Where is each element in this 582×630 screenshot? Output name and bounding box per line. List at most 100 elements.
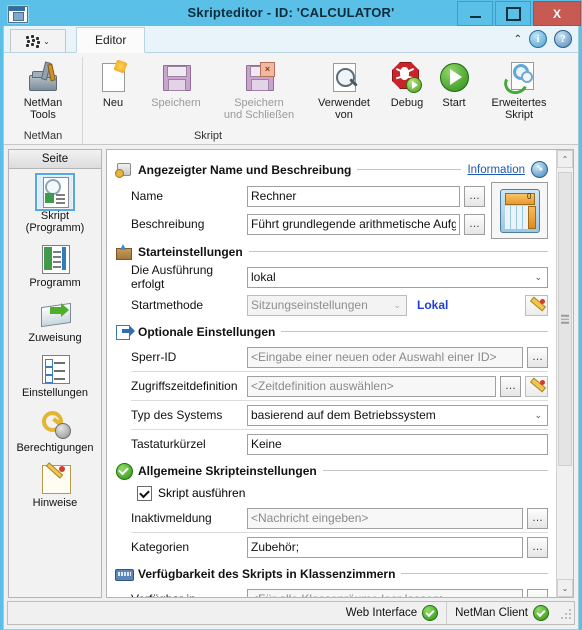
label-name: Name [131,189,164,203]
scrollbar-thumb[interactable] [558,172,572,466]
program-icon [38,243,72,275]
chevron-down-icon: ⌄ [393,299,401,310]
script-icon-preview[interactable] [491,182,548,239]
new-button[interactable]: Neu [87,57,139,112]
script-form: Angezeigter Name und Beschreibung Inform… [107,150,556,597]
kategorien-browse-button[interactable]: … [527,536,548,558]
name-input[interactable]: Rechner [247,185,460,207]
help-icon[interactable]: ? [554,30,572,48]
sidebar-item-zuweisung[interactable]: Zuweisung [9,298,101,344]
advanced-script-button[interactable]: Erweitertes Skript [478,57,560,124]
startmethode-edit-button[interactable] [525,294,548,316]
row-sperr-id: Sperr-ID <Eingabe einer neuen oder Auswa… [115,343,548,371]
sidebar-label-programm: Programm [29,277,81,289]
sidebar-item-einstellungen[interactable]: Einstellungen [9,353,101,399]
maximize-button[interactable] [495,1,531,26]
row-zugriffszeitdefinition: Zugriffszeitdefinition <Zeitdefinition a… [115,372,548,400]
inaktivmeldung-placeholder: <Nachricht eingeben> [251,511,369,525]
start-button[interactable]: Start [431,57,477,112]
skript-ausfuehren-checkbox[interactable] [137,485,152,501]
tab-editor[interactable]: Editor [76,27,146,53]
scroll-up-button[interactable]: ⌃ [557,150,573,168]
netman-tools-label-1: NetMan [23,97,63,109]
netman-tools-icon [26,60,60,94]
collapse-ribbon-icon[interactable]: ⌃ [514,34,522,45]
save-button[interactable]: Speichern [139,57,213,112]
save-and-close-button[interactable]: × Speichern und Schließen [213,57,305,124]
label-ausfuehrung: Die Ausführung erfolgt [131,263,214,291]
options-dots-icon [26,35,41,48]
sidebar: Seite Skript (Programm) Programm Zuweisu… [8,149,102,598]
assignment-icon [38,298,72,330]
close-button[interactable]: X [533,1,581,26]
general-settings-check-icon [115,463,133,480]
content-panel: Angezeigter Name und Beschreibung Inform… [106,149,574,598]
section-title-classroom-availability: Verfügbarkeit des Skripts in Klassenzimm… [138,566,396,581]
ribbon-group-netman: NetMan Tools NetMan [4,57,82,144]
information-link[interactable]: Information [467,164,525,176]
label-verfuegbar-in: Verfügbar in [115,592,247,597]
debug-button[interactable]: Debug [383,57,431,112]
sidebar-label-zuweisung: Zuweisung [28,332,82,344]
scrollbar-track[interactable] [557,168,573,579]
expand-arrow-icon[interactable]: ↘ [531,161,548,178]
row-verfuegbar-in: Verfügbar in <Für alle Klassenräume leer… [115,585,548,597]
scroll-down-button[interactable]: ⌄ [557,579,573,597]
netman-tools-label-2: Tools [30,109,56,121]
optional-settings-icon [115,324,135,340]
name-value: Rechner [251,189,297,203]
ausfuehrung-select[interactable]: lokal ⌄ [247,266,548,288]
tab-bar-right: ⌃ i ? [514,30,572,48]
sperr-id-placeholder: <Eingabe einer neuen oder Auswahl einer … [251,350,497,364]
inaktivmeldung-browse-button[interactable]: … [527,507,548,529]
zugriffszeit-input[interactable]: <Zeitdefinition auswählen> [247,375,496,397]
app-window-icon [6,4,28,24]
info-icon[interactable]: i [529,30,547,48]
sidebar-item-hinweise[interactable]: Hinweise [9,462,101,509]
zugriffszeit-placeholder: <Zeitdefinition auswählen> [251,379,394,393]
script-program-icon [35,173,75,211]
startmethode-select[interactable]: Sitzungseinstellungen ⌄ [247,294,407,316]
save-and-close-label-1: Speichern [234,97,284,109]
zugriffszeit-browse-button[interactable]: … [500,375,521,397]
verfuegbar-in-browse-button[interactable]: … [527,588,548,597]
sperr-id-input[interactable]: <Eingabe einer neuen oder Auswahl einer … [247,346,523,368]
inaktivmeldung-input[interactable]: <Nachricht eingeben> [247,507,523,529]
netman-tools-button[interactable]: NetMan Tools [8,57,78,124]
used-by-button[interactable]: Verwendet von [306,57,382,124]
section-header-optional-settings: Optionale Einstellungen [115,324,548,340]
debug-bug-icon [390,60,424,94]
kategorien-input[interactable]: Zubehör; [247,536,523,558]
row-ausfuehrung: Die Ausführung erfolgt lokal ⌄ [115,263,548,291]
zugriffszeit-edit-button[interactable] [525,375,548,397]
resize-grip-icon[interactable] [559,607,571,619]
status-cell-web-interface: Web Interface [338,602,446,624]
minimize-button[interactable] [457,1,493,26]
used-by-search-icon [327,60,361,94]
row-typ-des-systems: Typ des Systems basierend auf dem Betrie… [115,401,548,429]
beschreibung-input[interactable]: Führt grundlegende arithmetische Aufgabe… [247,213,460,235]
chevron-down-icon: ⌄ [534,271,542,282]
tastaturkuerzel-input[interactable]: Keine [247,433,548,455]
sidebar-label-berechtigungen: Berechtigungen [16,442,94,454]
name-browse-button[interactable]: … [464,185,485,207]
sidebar-item-programm[interactable]: Programm [9,243,101,289]
sidebar-label-hinweise: Hinweise [32,497,78,509]
row-skript-ausfuehren[interactable]: Skript ausführen [115,482,548,504]
sidebar-item-berechtigungen[interactable]: Berechtigungen [9,408,101,454]
row-tastaturkuerzel: Tastaturkürzel Keine [115,430,548,458]
sidebar-items: Skript (Programm) Programm Zuweisung Ein… [9,169,101,597]
row-inaktivmeldung: Inaktivmeldung <Nachricht eingeben> … [115,504,548,532]
section-title-general-settings: Allgemeine Skripteinstellungen [138,463,317,478]
quick-access-toolbar[interactable]: ⌄ [10,29,66,52]
section-header-display-name: Angezeigter Name und Beschreibung Inform… [115,161,548,178]
section-header-start-settings: Starteinstellungen [115,244,548,260]
typ-system-select[interactable]: basierend auf dem Betriebssystem ⌄ [247,404,548,426]
content-scrollbar[interactable]: ⌃ ⌄ [556,150,573,597]
verfuegbar-in-input[interactable]: <Für alle Klassenräume leer lassen> [247,588,523,597]
beschreibung-browse-button[interactable]: … [464,213,485,235]
section-title-start-settings: Starteinstellungen [138,244,243,259]
scrollbar-grip-icon [561,313,569,326]
sperr-id-browse-button[interactable]: … [527,346,548,368]
sidebar-item-skript-programm[interactable]: Skript (Programm) [9,173,101,234]
